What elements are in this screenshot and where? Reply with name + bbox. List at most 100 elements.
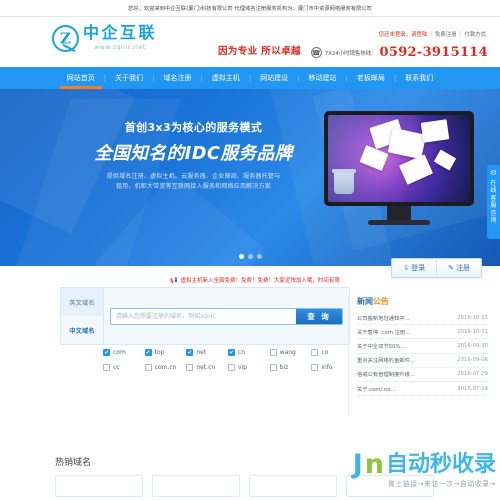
hotline-label: 7X24小时销售热线： [324, 50, 377, 57]
page-root: 您好，欢迎来到中企互联(厦门)科技有限公司 代理域名注册服务机构为：厦门市中资源… [0, 0, 500, 500]
tld-checkbox-top[interactable]: top [144, 349, 187, 356]
pencil-icon: ✎ [448, 264, 454, 272]
news-list-item[interactable]: 关于.com/.ne... 2016-07-18 [357, 382, 488, 397]
domain-search-button[interactable]: 查 询 [296, 308, 342, 324]
tld-checkbox-cn[interactable]: cn [228, 349, 270, 356]
online-service-label: 在线客服咨询 [490, 179, 497, 225]
news-list-item[interactable]: 关于中企双节50%... 2016-09-30 [357, 339, 488, 354]
news-panel-title: 新闻公告 [357, 296, 488, 307]
tab-chinese-domain[interactable]: 中文域名 [61, 316, 103, 344]
tld-label: vip [238, 364, 248, 371]
tld-checkbox-net-cn[interactable]: net.cn [186, 364, 228, 371]
tld-checkbox-info[interactable]: info [311, 364, 353, 371]
news-item-date: 2016-09-06 [457, 357, 488, 364]
watermark-subtext: 做上链接→来访一次→自动收录→ [388, 480, 496, 488]
tld-checkbox-wang[interactable]: wang [269, 349, 312, 356]
free-register-link[interactable]: 免费注册 [435, 30, 457, 38]
hot-domain-card[interactable] [55, 475, 143, 497]
domain-search-input[interactable] [111, 308, 296, 324]
tab-english-domain[interactable]: 英文域名 [61, 288, 103, 316]
tld-label: com.cn [154, 364, 177, 371]
hero-subtext-line1: 提供域名注册、虚拟主机、云服务器、企业邮局、服务器托管与 [106, 173, 281, 180]
nav-item-website-build[interactable]: 网站建设 [251, 67, 297, 89]
login-prompt-link[interactable]: 您还未登录，请登陆 [379, 30, 428, 38]
login-button[interactable]: ⇩ 登录 [392, 259, 436, 277]
tld-checkbox-com[interactable]: com [103, 349, 145, 356]
nav-item-domain-registration[interactable]: 域名注册 [154, 67, 200, 89]
tld-checkbox-vip[interactable]: vip [228, 364, 270, 371]
news-item-date: 2016-09-30 [457, 342, 488, 349]
news-item-title[interactable]: 重点关注网络钓鱼邮件... [357, 356, 415, 364]
news-item-date: 2016-07-18 [457, 385, 488, 392]
payment-method-link[interactable]: 付款方式 [464, 30, 486, 38]
hero-heading-2: 全国知名的IDC服务品牌 [94, 144, 293, 164]
header-account-links: 您还未登录，请登陆 | 免费注册 | 付款方式 [379, 30, 486, 38]
nav-item-boss-mail[interactable]: 老板邮局 [348, 67, 394, 89]
news-list-item[interactable]: 重点关注网络钓鱼邮件... 2016-09-06 [357, 354, 488, 368]
tld-label: info [321, 364, 333, 371]
checkbox-icon[interactable] [228, 364, 235, 371]
logo-website-url: www.zqnic.net [94, 44, 146, 51]
nav-item-contact[interactable]: 联系我们 [396, 67, 442, 89]
news-list-item[interactable]: 公司搬新地址通知中... 2016-10-31 [357, 311, 488, 326]
watermark-logo-row: J n 自动秒收录 [324, 451, 496, 478]
checkbox-icon[interactable] [186, 364, 194, 371]
flying-paper-icon [433, 149, 457, 171]
carousel-dot-2[interactable] [247, 254, 253, 259]
monitor-stand-neck [387, 206, 411, 220]
hero-heading-1: 首创3x3为核心的服务模式 [124, 121, 263, 134]
register-button[interactable]: ✎ 注册 [436, 259, 481, 277]
news-item-title[interactable]: 关于暂停 .com 注册... [357, 328, 410, 336]
tld-label: cn [238, 349, 246, 356]
carousel-dot-3[interactable] [256, 254, 262, 259]
checkbox-icon[interactable] [144, 349, 152, 356]
watermark-brand-text: 自动秒收录 [385, 451, 496, 477]
news-panel: 新闻公告 公司搬新地址通知中... 2016-10-31 关于暂停 .com 注… [348, 296, 488, 416]
hot-domain-card[interactable] [152, 475, 240, 497]
tld-checkbox-cc[interactable]: cc [103, 364, 145, 371]
checkbox-icon[interactable] [103, 364, 110, 371]
company-slogan: 因为专业 所以卓越 [218, 46, 301, 57]
news-list-item[interactable]: 信戒公有管理制度升级... 2016-07-29 [357, 368, 488, 382]
online-service-tab[interactable]: ✉ 在线客服咨询 [487, 165, 500, 239]
watermark-overlay: J n 自动秒收录 做上链接→来访一次→自动收录→ [324, 451, 496, 488]
tld-checkbox-biz[interactable]: biz [269, 364, 312, 371]
monitor-illustration [324, 111, 474, 225]
tld-checkbox-co[interactable]: co [311, 349, 353, 356]
checkbox-icon[interactable] [103, 349, 110, 356]
flying-paper-icon [420, 119, 450, 143]
carousel-dot-1[interactable] [238, 254, 244, 259]
news-list-item[interactable]: 关于暂停 .com 注册... 2016-10-31 [357, 325, 488, 340]
checkbox-icon[interactable] [311, 349, 319, 356]
link-separator-2: | [459, 31, 462, 37]
news-item-title[interactable]: 关于.com/.ne... [357, 385, 396, 393]
nav-item-mobile-site[interactable]: 移动建站 [300, 67, 346, 89]
hero-banner[interactable]: 首创3x3为核心的服务模式 全国知名的IDC服务品牌 提供域名注册、虚拟主机、云… [0, 89, 500, 266]
account-button-group: ⇩ 登录 ✎ 注册 [391, 258, 482, 278]
checkbox-icon[interactable] [228, 349, 235, 356]
tld-checkbox-net[interactable]: net [186, 349, 228, 356]
site-logo[interactable]: 中企互联 www.zqnic.net [52, 23, 157, 52]
checkbox-icon[interactable] [186, 349, 194, 356]
checkbox-icon[interactable] [311, 364, 319, 371]
monitor-wallpaper [328, 115, 470, 202]
logo-company-name: 中企互联 [83, 23, 158, 42]
checkbox-icon[interactable] [269, 349, 277, 356]
news-item-title[interactable]: 公司搬新地址通知中... [357, 314, 410, 322]
welcome-text: 您好，欢迎来到中企互联(厦门)科技有限公司 代理域名注册服务机构为：厦门市中资源… [128, 5, 372, 12]
news-item-title[interactable]: 信戒公有管理制度升级... [357, 370, 415, 378]
hotline-number: 0592-3915114 [379, 45, 488, 60]
checkbox-icon[interactable] [144, 364, 152, 371]
news-item-date: 2016-07-29 [457, 371, 488, 378]
nav-item-home[interactable]: 网站首页 [58, 67, 104, 89]
tld-label: wang [279, 349, 296, 356]
envelope-icon: ✉ [490, 169, 497, 177]
hero-subtext-line2: 租用，机柜大带宽等互联网接入服务和网络应用解决方案 [115, 183, 271, 190]
tld-checkbox-com-cn[interactable]: com.cn [144, 364, 187, 371]
monitor-screen [324, 111, 474, 206]
checkbox-icon[interactable] [269, 364, 277, 371]
nav-item-about[interactable]: 关于我们 [106, 67, 152, 89]
hero-text-block: 首创3x3为核心的服务模式 全国知名的IDC服务品牌 提供域名注册、虚拟主机、云… [86, 119, 301, 192]
nav-item-virtual-host[interactable]: 虚拟主机 [203, 67, 249, 89]
news-item-title[interactable]: 关于中企双节50%... [357, 342, 406, 350]
